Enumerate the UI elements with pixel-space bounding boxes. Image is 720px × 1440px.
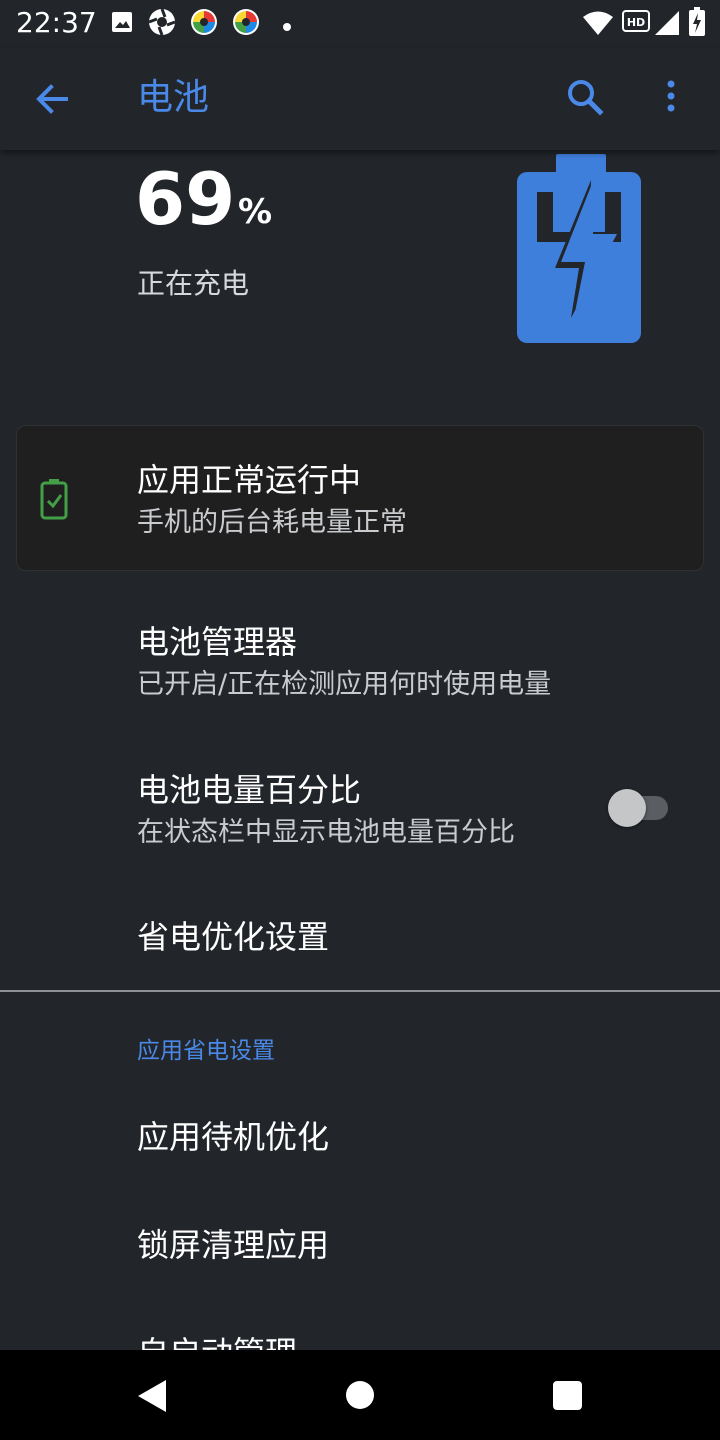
dot-icon [282, 17, 292, 36]
list-item-title: 应用待机优化 [137, 1118, 330, 1156]
list-item-title: 省电优化设置 [137, 918, 330, 956]
status-time: 22:37 [16, 6, 97, 39]
toggle-thumb [608, 789, 646, 827]
status-bar: 22:37 HD [0, 0, 720, 48]
more-options-button[interactable] [650, 72, 692, 122]
battery-settings-screen: 22:37 HD 电池 69 % 正在充电 应用正常运行中 手机的后台耗电量正常… [0, 0, 720, 1440]
list-item-subtitle: 在状态栏中显示电池电量百分比 [137, 817, 515, 848]
nav-home-button[interactable] [346, 1381, 374, 1409]
app-bar: 电池 [0, 48, 720, 150]
card-title: 应用正常运行中 [137, 461, 362, 499]
battery-percentage-toggle[interactable] [608, 788, 670, 828]
signal-icon [654, 10, 680, 40]
page-title: 电池 [137, 77, 210, 118]
section-divider [0, 990, 720, 992]
battery-charging-icon [688, 7, 706, 41]
back-button[interactable] [26, 74, 80, 124]
app-status-card[interactable]: 应用正常运行中 手机的后台耗电量正常 [16, 425, 704, 571]
list-item-title: 电池管理器 [137, 623, 298, 661]
charging-status: 正在充电 [137, 267, 250, 300]
list-item-title: 锁屏清理应用 [137, 1226, 330, 1264]
lockscreen-cleanup-item[interactable]: 锁屏清理应用 [0, 1203, 720, 1303]
nav-back-icon [138, 1380, 166, 1412]
nav-recents-button[interactable] [553, 1381, 582, 1410]
battery-percent-value: 69 [135, 157, 236, 241]
card-subtitle: 手机的后台耗电量正常 [137, 507, 407, 538]
wifi-icon [582, 10, 614, 40]
battery-percent-unit: % [238, 192, 273, 232]
section-header: 应用省电设置 [137, 1038, 275, 1064]
image-icon [110, 10, 134, 38]
aperture-icon [148, 8, 176, 40]
more-vertical-icon [667, 80, 675, 112]
colorful-app-icon [190, 8, 218, 40]
arrow-left-icon [36, 84, 68, 114]
navigation-bar [0, 1350, 720, 1440]
nav-back-button[interactable] [136, 1378, 170, 1414]
list-item-title: 电池电量百分比 [137, 771, 362, 809]
hd-icon: HD [622, 10, 650, 36]
list-item-subtitle: 已开启/正在检测应用何时使用电量 [137, 669, 552, 700]
battery-check-icon [39, 478, 69, 520]
hd-label: HD [627, 16, 645, 29]
app-standby-optimization-item[interactable]: 应用待机优化 [0, 1095, 720, 1195]
autostart-management-item[interactable]: 自启动管理 [0, 1311, 720, 1350]
large-battery-charging-icon [515, 154, 643, 344]
colorful-app-icon [232, 8, 260, 40]
search-button[interactable] [560, 72, 610, 122]
list-item-title: 自启动管理 [137, 1331, 297, 1350]
power-saving-optimization-item[interactable]: 省电优化设置 [0, 895, 720, 985]
battery-manager-item[interactable]: 电池管理器 已开启/正在检测应用何时使用电量 [0, 600, 720, 730]
search-icon [568, 80, 604, 116]
